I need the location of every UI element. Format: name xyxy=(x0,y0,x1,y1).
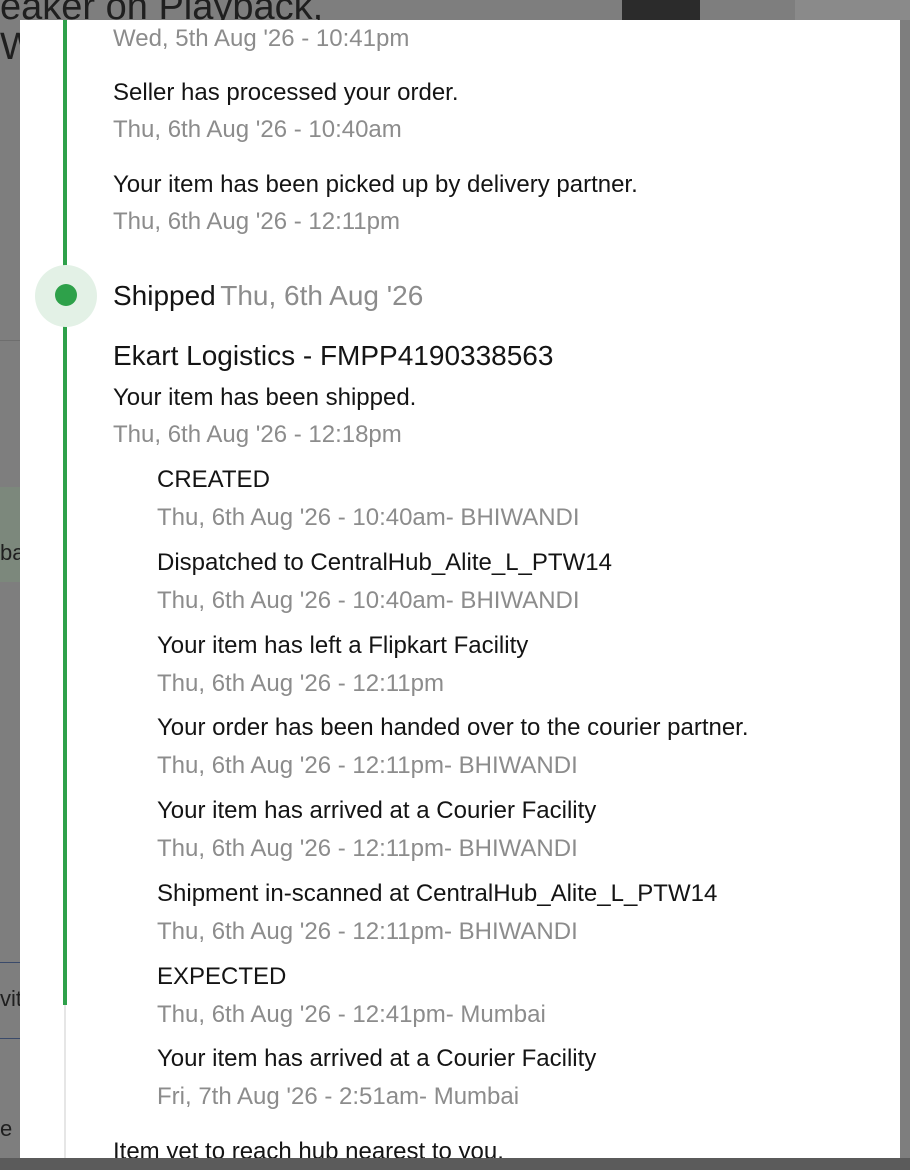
courier-tracking-id: Ekart Logistics - FMPP4190338563 xyxy=(113,340,554,371)
pending-status-note: Item yet to reach hub nearest to you. xyxy=(113,1138,504,1158)
scan-event-time: Thu, 6th Aug '26 - 10:40am- BHIWANDI xyxy=(157,504,580,531)
status-label: Shipped xyxy=(113,280,216,311)
scan-event-time: Thu, 6th Aug '26 - 12:11pm- BHIWANDI xyxy=(157,835,578,862)
event-message: Your item has been shipped. xyxy=(113,384,417,411)
timeline-track-pending xyxy=(64,1005,66,1158)
scan-event-message: EXPECTED xyxy=(157,963,287,990)
event-time: Wed, 5th Aug '26 - 10:41pm xyxy=(113,25,410,52)
background-highlight-block xyxy=(0,487,20,582)
scan-event-time: Thu, 6th Aug '26 - 12:11pm xyxy=(157,670,444,697)
scan-event-message: Dispatched to CentralHub_Alite_L_PTW14 xyxy=(157,549,612,576)
event-time: Thu, 6th Aug '26 - 10:40am xyxy=(113,116,402,143)
status-date: Thu, 6th Aug '26 xyxy=(220,280,424,311)
scan-event-message: Your item has arrived at a Courier Facil… xyxy=(157,1045,597,1072)
background-bottom-bar xyxy=(0,1158,910,1170)
event-time: Thu, 6th Aug '26 - 12:11pm xyxy=(113,208,400,235)
background-text-fragment: e xyxy=(0,1116,13,1141)
scan-event-time: Thu, 6th Aug '26 - 12:41pm- Mumbai xyxy=(157,1001,546,1028)
event-time: Thu, 6th Aug '26 - 12:18pm xyxy=(113,421,402,448)
timeline-track-completed xyxy=(63,20,67,1005)
order-tracking-modal: Wed, 5th Aug '26 - 10:41pm Seller has pr… xyxy=(20,20,900,1158)
shipped-status-heading: Shipped Thu, 6th Aug '26 xyxy=(113,280,423,312)
shipped-status-dot xyxy=(55,284,77,306)
scan-event-message: CREATED xyxy=(157,466,270,493)
scan-event-time: Thu, 6th Aug '26 - 12:11pm- BHIWANDI xyxy=(157,918,578,945)
background-product-image xyxy=(622,0,700,20)
scan-event-time: Fri, 7th Aug '26 - 2:51am- Mumbai xyxy=(157,1083,520,1110)
background-divider xyxy=(0,340,20,341)
scan-event-message: Your item has arrived at a Courier Facil… xyxy=(157,797,597,824)
event-message: Your item has been picked up by delivery… xyxy=(113,171,638,198)
scan-event-message: Your item has left a Flipkart Facility xyxy=(157,632,529,659)
scan-event-message: Shipment in-scanned at CentralHub_Alite_… xyxy=(157,880,718,907)
background-text-fragment: vit xyxy=(0,986,22,1011)
scan-event-time: Thu, 6th Aug '26 - 10:40am- BHIWANDI xyxy=(157,587,580,614)
event-message: Seller has processed your order. xyxy=(113,79,459,106)
background-side-panel xyxy=(795,0,910,20)
scan-event-message: Your order has been handed over to the c… xyxy=(157,714,749,741)
scan-event-time: Thu, 6th Aug '26 - 12:11pm- BHIWANDI xyxy=(157,752,578,779)
